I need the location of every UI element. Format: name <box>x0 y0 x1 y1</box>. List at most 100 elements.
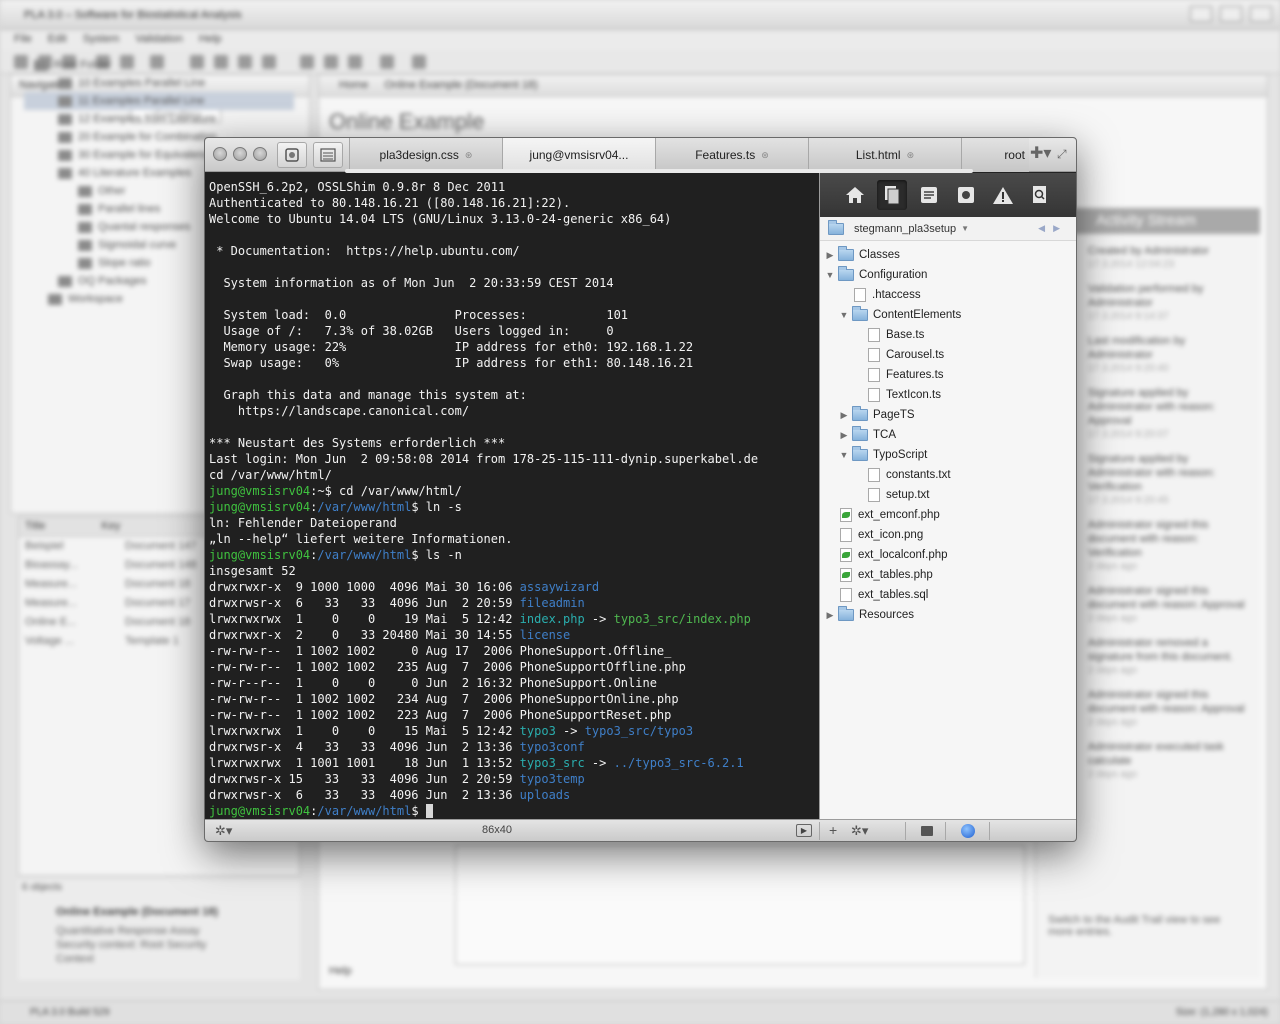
tab-online-example[interactable]: Online Example (Document 18) <box>384 79 537 92</box>
disclosure-closed-icon[interactable]: ▶ <box>838 430 850 441</box>
add-tab-icon[interactable]: ✚▾ <box>1030 146 1051 162</box>
back-forward-arrows-icon[interactable]: ◀▶ <box>1038 223 1068 234</box>
fullscreen-icon[interactable]: ⤢ <box>1057 147 1067 162</box>
sites-button[interactable] <box>277 142 307 168</box>
menu-system[interactable]: System <box>83 33 120 47</box>
globe-icon[interactable] <box>961 824 975 838</box>
sidebar-gear-icon[interactable]: ✲▾ <box>851 823 868 839</box>
tree-item[interactable]: 11 Examples Parallel Line <box>24 92 294 110</box>
terminal-text: Graph this data and manage this system a… <box>209 388 527 402</box>
toolbar-icon[interactable] <box>324 55 338 69</box>
help-link[interactable]: Help <box>329 965 352 977</box>
tree-folder[interactable]: ▼ TypoScript <box>820 445 1076 465</box>
tree-file[interactable]: Carousel.ts <box>820 345 1076 365</box>
minimize-window-button[interactable] <box>233 147 247 161</box>
terminal-text: insgesamt 52 <box>209 564 296 578</box>
warning-icon[interactable] <box>988 180 1018 210</box>
tree-folder[interactable]: ▶ TCA <box>820 425 1076 445</box>
toolbar-icon[interactable] <box>348 55 362 69</box>
file-icon <box>854 288 866 302</box>
terminal-line: drwxrwsr-x 6 33 33 4096 Jun 2 20:59 file… <box>209 595 819 611</box>
terminal-text: typo3temp <box>519 772 585 786</box>
disclosure-open-icon[interactable]: ▼ <box>838 450 850 460</box>
search-file-icon[interactable] <box>1025 180 1055 210</box>
terminal-output[interactable]: OpenSSH_6.2p2, OSSLShim 0.9.8r 8 Dec 201… <box>205 173 819 819</box>
minimize-button[interactable] <box>1190 6 1212 22</box>
tree-folder[interactable]: ▶ Classes <box>820 245 1076 265</box>
tab-features-ts[interactable]: Features.ts ⊛ <box>655 138 808 172</box>
play-icon[interactable]: ▶ <box>796 824 812 837</box>
terminal-text: jung@vmsisrv04 <box>209 500 311 514</box>
tab-root[interactable]: root <box>961 138 1029 172</box>
terminal-text: *** Neustart des Systems erforderlich **… <box>209 436 506 450</box>
divider <box>945 822 946 840</box>
document-tabs: pla3design.css ⊛ jung@vmsisrv04... Featur… <box>349 138 1029 172</box>
sidebar-path-selector[interactable]: stegmann_pla3setup ▼ ◀▶ <box>820 217 1076 241</box>
tree-folder[interactable]: ▶ PageTS <box>820 405 1076 425</box>
toolbar-icon[interactable] <box>300 55 314 69</box>
file-icon <box>840 588 852 602</box>
menu-help[interactable]: Help <box>199 33 222 47</box>
tab-pla3design-css[interactable]: pla3design.css ⊛ <box>349 138 502 172</box>
tree-item[interactable]: 10 Examples Parallel Line <box>24 74 294 92</box>
add-file-icon[interactable]: + <box>829 822 837 838</box>
tree-item-label: ext_tables.sql <box>858 589 929 601</box>
tree-item[interactable]: 12 Examples from Literature <box>24 110 294 128</box>
terminal-text: -> <box>584 756 614 770</box>
tree-file[interactable]: ext_icon.png <box>820 525 1076 545</box>
tree-folder[interactable]: ▼ Configuration <box>820 265 1076 285</box>
tree-file[interactable]: ext_tables.sql <box>820 585 1076 605</box>
tree-file[interactable]: ext_localconf.php <box>820 545 1076 565</box>
activity-footer-link[interactable]: Switch to the Audit Trail view to see mo… <box>1048 914 1248 938</box>
disclosure-closed-icon[interactable]: ▶ <box>824 250 836 261</box>
folder-icon <box>852 306 868 321</box>
tree-file[interactable]: TextIcon.ts <box>820 385 1076 405</box>
tree-file[interactable]: Base.ts <box>820 325 1076 345</box>
disclosure-closed-icon[interactable]: ▶ <box>824 610 836 621</box>
disk-icon[interactable] <box>921 826 933 836</box>
disclosure-closed-icon[interactable]: ▶ <box>838 410 850 421</box>
tree-folder[interactable]: ▶ Resources <box>820 605 1076 625</box>
tab-terminal-session[interactable]: jung@vmsisrv04... <box>502 138 655 172</box>
home-icon[interactable] <box>840 180 870 210</box>
terminal-line: jung@vmsisrv04:/var/www/html$ <box>209 803 819 819</box>
file-icon <box>840 528 852 542</box>
toolbar-icon[interactable] <box>380 55 394 69</box>
tree-file[interactable]: Features.ts <box>820 365 1076 385</box>
terminal-text: * Documentation: https://help.ubuntu.com… <box>209 244 520 258</box>
tree-item[interactable]: Root Folder <box>24 56 294 74</box>
size-label: Size: (1,280 x 1,024) <box>1175 1007 1268 1018</box>
menu-validation[interactable]: Validation <box>135 33 183 47</box>
terminal-text: System information as of Mon Jun 2 20:33… <box>209 276 614 290</box>
tree-folder[interactable]: ▼ ContentElements <box>820 305 1076 325</box>
terminal-text: -> <box>555 724 585 738</box>
tab-home[interactable]: Home <box>339 79 368 92</box>
menu-file[interactable]: File <box>14 33 32 47</box>
gear-icon[interactable]: ✲▾ <box>215 823 232 839</box>
terminal-line: jung@vmsisrv04:/var/www/html$ ln -s <box>209 499 819 515</box>
disclosure-open-icon[interactable]: ▼ <box>824 270 836 280</box>
disclosure-open-icon[interactable]: ▼ <box>838 310 850 320</box>
close-window-button[interactable] <box>213 147 227 161</box>
build-label: PLA 3.0 Build 529 <box>30 1007 110 1018</box>
activity-entry: Administrator signed this document with … <box>1088 689 1245 728</box>
terminal-line: Swap usage: 0% IP address for eth1: 80.1… <box>209 355 819 371</box>
close-button[interactable] <box>1250 6 1272 22</box>
toolbar-icon[interactable] <box>412 55 426 69</box>
chevron-down-icon: ▼ <box>961 224 970 233</box>
snippets-icon[interactable] <box>914 180 944 210</box>
maximize-button[interactable] <box>1220 6 1242 22</box>
extensions-icon[interactable] <box>951 180 981 210</box>
tree-file[interactable]: ext_emconf.php <box>820 505 1076 525</box>
tree-file[interactable]: setup.txt <box>820 485 1076 505</box>
tree-file[interactable]: .htaccess <box>820 285 1076 305</box>
tree-file[interactable]: constants.txt <box>820 465 1076 485</box>
folder-icon <box>58 149 72 161</box>
sidebar-toggle-button[interactable] <box>313 142 343 168</box>
tab-list-html[interactable]: List.html ⊛ <box>808 138 961 172</box>
tree-file[interactable]: ext_tables.php <box>820 565 1076 585</box>
documents-icon[interactable] <box>877 180 907 210</box>
zoom-window-button[interactable] <box>253 147 267 161</box>
menu-edit[interactable]: Edit <box>48 33 67 47</box>
bg-window-title: PLA 3.0 – Software for Biostatistical An… <box>24 9 242 21</box>
